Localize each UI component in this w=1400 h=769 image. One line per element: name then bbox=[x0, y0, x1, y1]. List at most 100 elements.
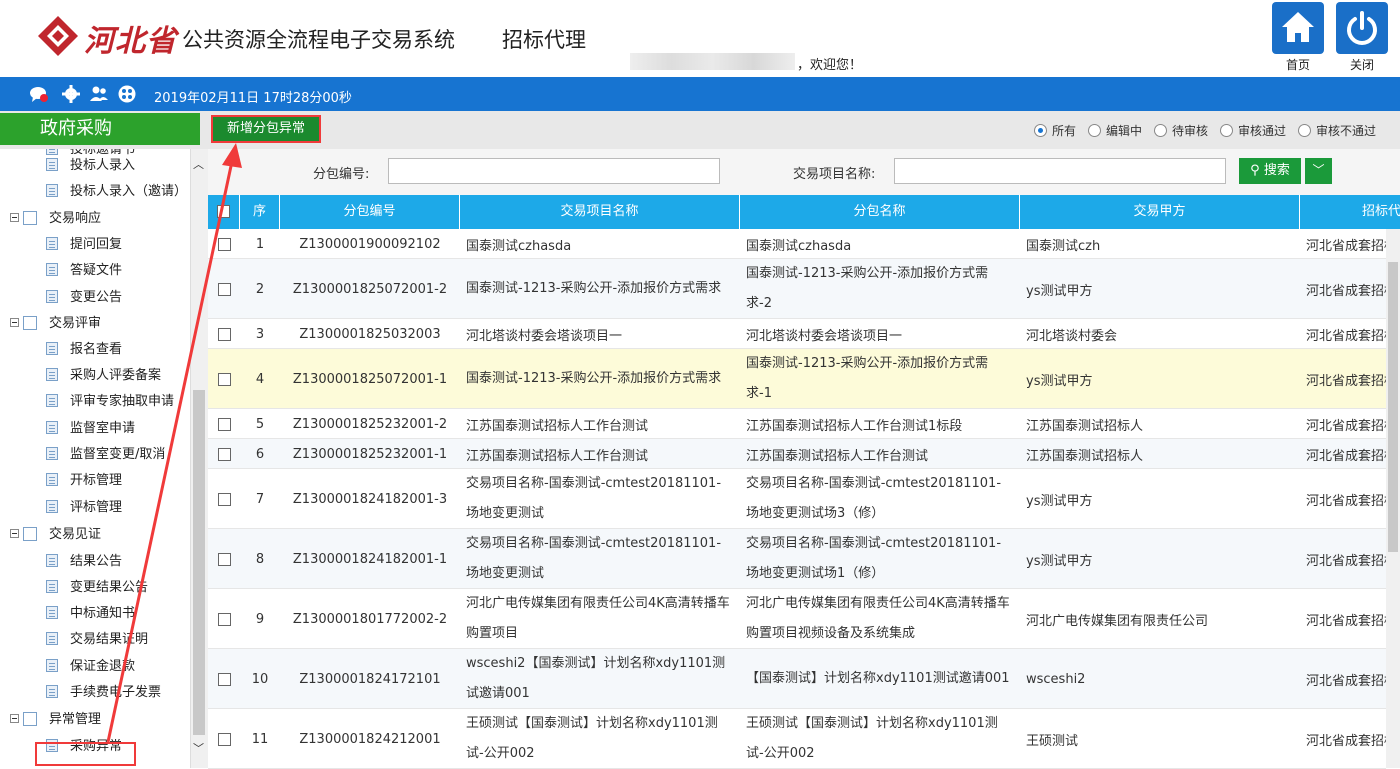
sidebar-item[interactable]: 监督室申请 bbox=[46, 418, 135, 440]
close-label[interactable]: 关闭 bbox=[1336, 56, 1388, 73]
sidebar-item[interactable]: 交易结果证明 bbox=[46, 629, 148, 651]
row-checkbox-cell[interactable] bbox=[208, 439, 240, 469]
row-index: 5 bbox=[255, 416, 265, 432]
row-checkbox[interactable] bbox=[217, 492, 231, 506]
sidebar-item[interactable]: 手续费电子发票 bbox=[46, 682, 161, 704]
row-checkbox-cell[interactable] bbox=[208, 409, 240, 439]
table-row[interactable]: 11 Z1300001824212001 王硕测试【国泰测试】计划名称xdy1101… bbox=[208, 709, 1386, 769]
row-checkbox-cell[interactable] bbox=[208, 529, 240, 589]
filter-rejected[interactable]: 审核不通过 bbox=[1298, 122, 1376, 139]
message-icon[interactable] bbox=[29, 84, 49, 104]
table-row[interactable]: 6 Z1300001825232001-1 江苏国泰测试招标人工作台测试 江苏国泰测试… bbox=[208, 439, 1386, 469]
sidebar-item[interactable]: 开标管理 bbox=[46, 470, 122, 492]
sidebar-item[interactable]: 保证金退款 bbox=[46, 656, 135, 678]
row-checkbox-cell[interactable] bbox=[208, 589, 240, 649]
row-checkbox-cell[interactable] bbox=[208, 319, 240, 349]
home-button[interactable] bbox=[1272, 2, 1324, 54]
row-checkbox-cell[interactable] bbox=[208, 229, 240, 259]
filter-all[interactable]: 所有 bbox=[1034, 122, 1076, 139]
sidebar-item[interactable]: 评标管理 bbox=[46, 497, 122, 519]
sidebar-item[interactable]: 变更结果公告 bbox=[46, 577, 148, 599]
cell-party: 王硕测试 bbox=[1026, 733, 1079, 749]
sidebar-item[interactable]: 投标人录入（邀请） bbox=[46, 181, 187, 203]
sidebar-item[interactable]: 监督室变更/取消 bbox=[46, 444, 165, 466]
radio-icon[interactable] bbox=[1154, 124, 1167, 137]
sidebar-group[interactable]: 交易评审 bbox=[10, 313, 101, 335]
row-checkbox[interactable] bbox=[217, 612, 231, 626]
sidebar-item[interactable]: 提问回复 bbox=[46, 234, 122, 256]
table-scroll-thumb[interactable] bbox=[1388, 262, 1398, 552]
scroll-down-icon[interactable]: ﹀ bbox=[193, 740, 204, 756]
sidebar-item[interactable]: 中标通知书 bbox=[46, 603, 135, 625]
sidebar-group[interactable]: 交易响应 bbox=[10, 208, 101, 230]
sidebar-item[interactable]: 变更公告 bbox=[46, 287, 122, 309]
table-row[interactable]: 4 Z1300001825072001-1 国泰测试-1213-采购公开-添加报价方… bbox=[208, 349, 1386, 409]
cell-party: 江苏国泰测试招标人 bbox=[1026, 418, 1144, 434]
search-options-toggle[interactable]: ﹀ bbox=[1305, 158, 1332, 184]
cell-party: ys测试甲方 bbox=[1026, 373, 1093, 389]
sidebar-scroll-thumb[interactable] bbox=[193, 390, 205, 735]
add-package-exception-button[interactable]: 新增分包异常 bbox=[211, 115, 321, 143]
row-checkbox[interactable] bbox=[217, 672, 231, 686]
search-button[interactable]: ⚲ 搜索 bbox=[1239, 158, 1301, 184]
row-checkbox[interactable] bbox=[217, 447, 231, 461]
sidebar-group[interactable]: 异常管理 bbox=[10, 709, 101, 731]
sidebar-item[interactable]: 报名查看 bbox=[46, 339, 122, 361]
sidebar-group[interactable]: 交易见证 bbox=[10, 524, 101, 546]
row-index: 8 bbox=[255, 551, 265, 567]
select-all-checkbox[interactable] bbox=[217, 205, 230, 218]
radio-icon[interactable] bbox=[1298, 124, 1311, 137]
radio-icon[interactable] bbox=[1034, 124, 1047, 137]
row-checkbox[interactable] bbox=[217, 282, 231, 296]
gear-icon[interactable] bbox=[61, 84, 81, 104]
row-checkbox-cell[interactable] bbox=[208, 649, 240, 709]
table-row[interactable]: 8 Z1300001824182001-1 交易项目名称-国泰测试-cmtest20… bbox=[208, 529, 1386, 589]
row-checkbox[interactable] bbox=[217, 417, 231, 431]
row-checkbox[interactable] bbox=[217, 732, 231, 746]
close-button[interactable] bbox=[1336, 2, 1388, 54]
row-checkbox-cell[interactable] bbox=[208, 469, 240, 529]
collapse-icon[interactable] bbox=[10, 529, 19, 538]
table-row[interactable]: 9 Z1300001801772002-2 河北广电传媒集团有限责任公司4K高清转播… bbox=[208, 589, 1386, 649]
filter-editing[interactable]: 编辑中 bbox=[1088, 122, 1142, 139]
cell-package: 王硕测试【国泰测试】计划名称xdy1101测试-公开002 bbox=[746, 716, 998, 761]
home-label[interactable]: 首页 bbox=[1272, 56, 1324, 73]
sidebar-item[interactable]: 结果公告 bbox=[46, 551, 122, 573]
sidebar-item[interactable]: 投标人录入 bbox=[46, 155, 135, 177]
row-checkbox[interactable] bbox=[217, 327, 231, 341]
package-code-input[interactable] bbox=[388, 158, 720, 184]
document-icon bbox=[46, 394, 58, 407]
collapse-icon[interactable] bbox=[10, 318, 19, 327]
select-all-cell[interactable] bbox=[208, 195, 240, 229]
radio-icon[interactable] bbox=[1088, 124, 1101, 137]
users-icon[interactable] bbox=[89, 84, 109, 104]
table-row[interactable]: 1 Z1300001900092102 国泰测试czhasda 国泰测试czhasda… bbox=[208, 229, 1386, 259]
row-checkbox-cell[interactable] bbox=[208, 259, 240, 319]
table-row[interactable]: 10 Z1300001824172101 wsceshi2【国泰测试】计划名称xdy… bbox=[208, 649, 1386, 709]
sidebar-item[interactable]: 评审专家抽取申请 bbox=[46, 391, 174, 413]
col-package-code: 分包编号 bbox=[280, 195, 460, 229]
cell-project: 河北塔谈村委会塔谈项目一 bbox=[466, 328, 623, 344]
sidebar-item[interactable]: 答疑文件 bbox=[46, 260, 122, 282]
sidebar-item[interactable]: 采购人评委备案 bbox=[46, 365, 161, 387]
row-checkbox-cell[interactable] bbox=[208, 709, 240, 769]
collapse-icon[interactable] bbox=[10, 714, 19, 723]
filter-approved[interactable]: 审核通过 bbox=[1220, 122, 1286, 139]
project-name-input[interactable] bbox=[894, 158, 1226, 184]
collapse-icon[interactable] bbox=[10, 213, 19, 222]
row-checkbox[interactable] bbox=[217, 552, 231, 566]
cell-party: 河北塔谈村委会 bbox=[1026, 328, 1118, 344]
filter-pending[interactable]: 待审核 bbox=[1154, 122, 1208, 139]
table-row[interactable]: 2 Z1300001825072001-2 国泰测试-1213-采购公开-添加报价方… bbox=[208, 259, 1386, 319]
skin-icon[interactable] bbox=[117, 84, 137, 104]
cell-code: Z1300001900092102 bbox=[299, 236, 441, 252]
table-row[interactable]: 7 Z1300001824182001-3 交易项目名称-国泰测试-cmtest20… bbox=[208, 469, 1386, 529]
document-icon bbox=[46, 368, 58, 381]
scroll-up-icon[interactable]: ︿ bbox=[193, 156, 204, 172]
row-checkbox[interactable] bbox=[217, 237, 231, 251]
radio-icon[interactable] bbox=[1220, 124, 1233, 137]
row-checkbox-cell[interactable] bbox=[208, 349, 240, 409]
table-row[interactable]: 5 Z1300001825232001-2 江苏国泰测试招标人工作台测试 江苏国泰测试… bbox=[208, 409, 1386, 439]
table-row[interactable]: 3 Z1300001825032003 河北塔谈村委会塔谈项目一 河北塔谈村委会塔谈项… bbox=[208, 319, 1386, 349]
row-checkbox[interactable] bbox=[217, 372, 231, 386]
